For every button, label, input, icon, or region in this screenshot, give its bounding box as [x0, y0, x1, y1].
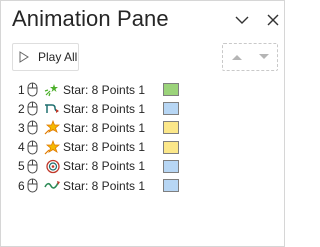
animation-row[interactable]: 3 Star: 8 Points 1	[1, 118, 286, 137]
animation-number: 1	[18, 82, 25, 97]
mouse-click-icon	[27, 120, 38, 135]
animation-row[interactable]: 6 Star: 8 Points 1	[1, 176, 286, 195]
animation-row[interactable]: 5 Star: 8 Points 1	[1, 157, 286, 176]
animation-number: 3	[18, 120, 25, 135]
animation-label: Star: 8 Points 1	[63, 120, 146, 135]
pane-options-button[interactable]	[232, 10, 252, 30]
mouse-click-icon	[27, 101, 38, 116]
close-button[interactable]	[263, 10, 283, 30]
triangle-down-icon[interactable]	[258, 54, 269, 60]
sparkle-burst-icon	[44, 84, 58, 97]
emphasis-star-icon	[44, 139, 60, 154]
timing-bar[interactable]	[163, 83, 179, 96]
mouse-click-icon	[27, 140, 38, 155]
animation-number: 2	[18, 101, 25, 116]
timing-bar[interactable]	[163, 178, 179, 192]
play-all-button[interactable]: Play All	[12, 43, 79, 71]
spiral-path-icon	[46, 159, 60, 173]
close-icon	[267, 14, 279, 26]
pane-title: Animation Pane	[12, 6, 169, 31]
mouse-click-icon	[27, 159, 38, 174]
animation-label: Star: 8 Points 1	[63, 159, 146, 174]
animation-number: 5	[18, 159, 25, 174]
mouse-click-icon	[27, 82, 38, 97]
chevron-down-icon	[235, 16, 249, 24]
animation-number: 4	[18, 140, 25, 155]
timing-bar[interactable]	[163, 121, 179, 135]
animation-list: 1 Star: 8 Points 1 2 Star: 8 Points 1 3 …	[1, 80, 286, 195]
play-all-label: Play All	[38, 50, 78, 64]
animation-row[interactable]: 2 Star: 8 Points 1	[1, 99, 286, 118]
mouse-click-icon	[27, 178, 38, 193]
play-icon	[19, 51, 29, 63]
animation-label: Star: 8 Points 1	[63, 82, 146, 97]
animation-number: 6	[18, 178, 25, 193]
animation-label: Star: 8 Points 1	[63, 101, 146, 116]
animation-pane: Animation Pane Play All 1 Star: 8 Points…	[0, 0, 285, 247]
timing-bar[interactable]	[163, 102, 179, 116]
triangle-up-icon[interactable]	[231, 54, 242, 60]
emphasis-star-icon	[44, 120, 60, 135]
wave-path-icon	[44, 180, 60, 189]
animation-label: Star: 8 Points 1	[63, 140, 146, 155]
animation-label: Star: 8 Points 1	[63, 178, 146, 193]
motion-path-icon	[45, 104, 59, 114]
reorder-buttons	[222, 43, 278, 71]
timing-bar[interactable]	[163, 140, 179, 154]
timing-bar[interactable]	[163, 159, 179, 173]
animation-row[interactable]: 1 Star: 8 Points 1	[1, 80, 286, 99]
animation-row[interactable]: 4 Star: 8 Points 1	[1, 138, 286, 157]
